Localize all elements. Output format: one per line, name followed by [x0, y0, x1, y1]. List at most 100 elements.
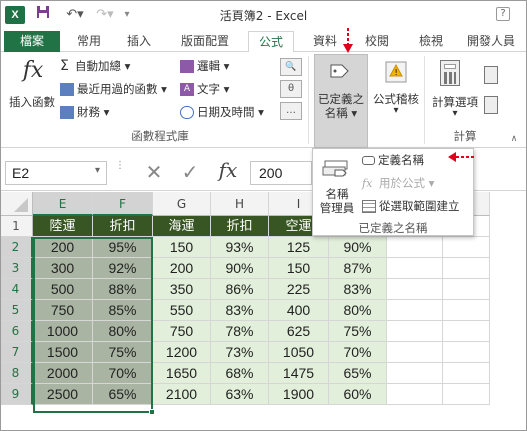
enter-icon[interactable]: ✓ — [178, 160, 202, 184]
table-cell[interactable]: 1650 — [153, 363, 211, 384]
datetime-button[interactable]: 日期及時間 ▾ — [180, 104, 264, 120]
logical-button[interactable]: 邏輯 ▾ — [180, 58, 229, 74]
more-functions-icon[interactable]: … — [280, 102, 302, 120]
table-cell[interactable]: 87% — [329, 258, 387, 279]
table-header-cell[interactable]: 海運 — [153, 216, 211, 237]
table-cell[interactable]: 73% — [211, 342, 269, 363]
empty-cell[interactable] — [387, 321, 443, 342]
table-cell[interactable]: 80% — [93, 321, 153, 342]
table-cell[interactable]: 200 — [33, 237, 93, 258]
empty-cell[interactable] — [443, 321, 490, 342]
table-cell[interactable]: 1475 — [269, 363, 329, 384]
table-cell[interactable]: 75% — [329, 321, 387, 342]
name-box-dropdown-icon[interactable]: ▾ — [95, 165, 100, 176]
empty-cell[interactable] — [443, 363, 490, 384]
table-cell[interactable]: 500 — [33, 279, 93, 300]
autosum-button[interactable]: Σ 自動加總 ▾ — [60, 58, 130, 74]
empty-cell[interactable] — [443, 258, 490, 279]
table-cell[interactable]: 95% — [93, 237, 153, 258]
create-from-selection-item[interactable]: 從選取範圍建立 — [362, 198, 460, 214]
financial-button[interactable]: 財務 ▾ — [60, 104, 109, 120]
tab-insert[interactable]: 插入 — [118, 31, 160, 52]
table-cell[interactable]: 350 — [153, 279, 211, 300]
table-cell[interactable]: 83% — [329, 279, 387, 300]
table-header-cell[interactable]: 折扣 — [211, 216, 269, 237]
row-header-6[interactable]: 6 — [0, 321, 33, 342]
column-header-h[interactable]: H — [211, 192, 269, 216]
table-cell[interactable]: 300 — [33, 258, 93, 279]
empty-cell[interactable] — [387, 300, 443, 321]
table-cell[interactable]: 70% — [329, 342, 387, 363]
table-cell[interactable]: 70% — [93, 363, 153, 384]
row-header-4[interactable]: 4 — [0, 279, 33, 300]
row-header-2[interactable]: 2 — [0, 237, 33, 258]
table-cell[interactable]: 1000 — [33, 321, 93, 342]
table-cell[interactable]: 2100 — [153, 384, 211, 405]
tab-developer[interactable]: 開發人員 — [458, 31, 524, 52]
table-cell[interactable]: 88% — [93, 279, 153, 300]
empty-cell[interactable] — [443, 384, 490, 405]
table-cell[interactable]: 625 — [269, 321, 329, 342]
use-in-formula-item[interactable]: fx 用於公式 ▾ — [362, 175, 434, 191]
table-cell[interactable]: 90% — [329, 237, 387, 258]
table-cell[interactable]: 750 — [153, 321, 211, 342]
collapse-ribbon-icon[interactable]: ∧ — [508, 134, 520, 144]
table-cell[interactable]: 90% — [211, 258, 269, 279]
empty-cell[interactable] — [443, 300, 490, 321]
recent-functions-button[interactable]: 最近用過的函數 ▾ — [60, 81, 167, 97]
table-cell[interactable]: 83% — [211, 300, 269, 321]
table-cell[interactable]: 60% — [329, 384, 387, 405]
tab-formulas[interactable]: 公式 — [248, 31, 294, 53]
calculate-now-icon[interactable] — [484, 66, 498, 84]
table-cell[interactable]: 93% — [211, 237, 269, 258]
table-cell[interactable]: 78% — [211, 321, 269, 342]
tab-file[interactable]: 檔案 — [4, 31, 60, 52]
insert-function-button[interactable]: 插入函數 — [4, 94, 60, 110]
empty-cell[interactable] — [387, 279, 443, 300]
table-cell[interactable]: 1050 — [269, 342, 329, 363]
table-cell[interactable]: 86% — [211, 279, 269, 300]
empty-cell[interactable] — [443, 342, 490, 363]
lookup-reference-icon[interactable]: 🔍 — [280, 58, 302, 76]
table-cell[interactable]: 75% — [93, 342, 153, 363]
table-cell[interactable]: 200 — [153, 258, 211, 279]
table-cell[interactable]: 225 — [269, 279, 329, 300]
empty-cell[interactable] — [387, 258, 443, 279]
empty-cell[interactable] — [387, 237, 443, 258]
table-cell[interactable]: 550 — [153, 300, 211, 321]
calculate-sheet-icon[interactable] — [484, 96, 498, 114]
table-cell[interactable]: 400 — [269, 300, 329, 321]
table-cell[interactable]: 750 — [33, 300, 93, 321]
cancel-icon[interactable]: ✕ — [142, 160, 166, 184]
tab-view[interactable]: 檢視 — [410, 31, 452, 52]
tab-home[interactable]: 常用 — [68, 31, 110, 52]
tab-review[interactable]: 校閱 — [356, 31, 398, 52]
formula-input[interactable]: 200 — [250, 161, 312, 185]
empty-cell[interactable] — [387, 384, 443, 405]
empty-cell[interactable] — [443, 279, 490, 300]
define-name-item[interactable]: 定義名稱 — [360, 152, 446, 169]
table-cell[interactable]: 150 — [153, 237, 211, 258]
table-header-cell[interactable]: 折扣 — [93, 216, 153, 237]
table-cell[interactable]: 125 — [269, 237, 329, 258]
column-header-e[interactable]: E — [33, 192, 93, 216]
name-manager-line2[interactable]: 管理員 — [313, 200, 361, 216]
row-header-3[interactable]: 3 — [0, 258, 33, 279]
row-header-8[interactable]: 8 — [0, 363, 33, 384]
tab-data[interactable]: 資料 — [306, 31, 344, 52]
row-header-1[interactable]: 1 — [0, 216, 33, 237]
insert-function-fx-icon[interactable]: fx — [214, 158, 242, 182]
table-cell[interactable]: 1200 — [153, 342, 211, 363]
math-trig-icon[interactable]: θ — [280, 80, 302, 98]
tab-page-layout[interactable]: 版面配置 — [166, 31, 244, 52]
column-header-g[interactable]: G — [153, 192, 211, 216]
table-header-cell[interactable]: 陸運 — [33, 216, 93, 237]
name-box[interactable]: E2 — [5, 161, 107, 185]
empty-cell[interactable] — [443, 237, 490, 258]
fill-handle[interactable] — [149, 409, 155, 415]
select-all-corner[interactable] — [0, 192, 33, 216]
row-header-9[interactable]: 9 — [0, 384, 33, 405]
table-cell[interactable]: 2500 — [33, 384, 93, 405]
table-cell[interactable]: 65% — [93, 384, 153, 405]
empty-cell[interactable] — [387, 342, 443, 363]
